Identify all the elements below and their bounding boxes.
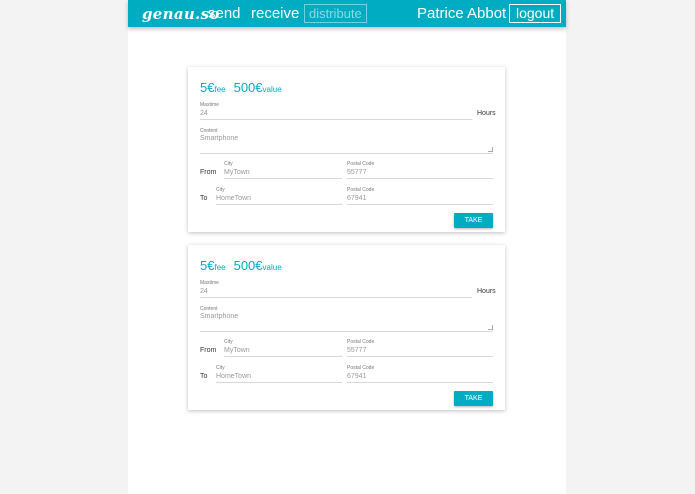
delivery-card: 5€fee 500€value Maxtime 24 Hours Content …	[188, 245, 505, 410]
content-label: Content	[200, 306, 218, 312]
from-postal-input[interactable]: 55777	[347, 169, 366, 176]
value-amount: 500€	[233, 80, 263, 95]
to-postal-label: Postal Code	[347, 187, 375, 193]
delivery-card: 5€fee 500€value Maxtime 24 Hours Content …	[188, 67, 505, 232]
resize-handle-icon[interactable]	[488, 325, 493, 330]
resize-handle-icon[interactable]	[488, 147, 493, 152]
take-button[interactable]: TAKE	[454, 391, 493, 406]
nav-send-link[interactable]: send	[208, 5, 241, 22]
value-amount: 500€	[233, 258, 263, 273]
value-label: value	[262, 85, 282, 94]
from-label: From	[200, 169, 217, 176]
fee-amount: 5€	[200, 80, 215, 95]
value-label: value	[262, 263, 282, 272]
from-city-underline	[224, 178, 342, 179]
content-textarea[interactable]: Smartphone	[200, 313, 238, 320]
from-postal-input[interactable]: 55777	[347, 347, 366, 354]
to-postal-label: Postal Code	[347, 365, 375, 371]
to-label: To	[200, 195, 208, 202]
to-postal-underline	[347, 204, 493, 205]
content-textarea[interactable]: Smartphone	[200, 135, 238, 142]
from-city-underline	[224, 356, 342, 357]
fee-amount: 5€	[200, 258, 215, 273]
to-postal-input[interactable]: 67941	[347, 195, 366, 202]
to-postal-underline	[347, 382, 493, 383]
to-city-input[interactable]: HomeTown	[216, 373, 251, 380]
hours-label: Hours	[477, 288, 496, 295]
to-city-label: City	[216, 187, 225, 193]
to-label: To	[200, 373, 208, 380]
maxtime-input[interactable]: 24	[200, 288, 208, 295]
user-name: Patrice Abbot	[417, 5, 507, 22]
from-city-input[interactable]: MyTown	[224, 169, 250, 176]
navbar: genau.so send receive distribute Patrice…	[128, 0, 566, 27]
to-postal-input[interactable]: 67941	[347, 373, 366, 380]
from-postal-underline	[347, 356, 493, 357]
fee-label: fee	[214, 263, 226, 272]
maxtime-underline	[200, 119, 472, 120]
fee-label: fee	[214, 85, 226, 94]
from-postal-label: Postal Code	[347, 161, 375, 167]
maxtime-label: Maxtime	[200, 280, 219, 286]
content-label: Content	[200, 128, 218, 134]
to-city-underline	[216, 382, 342, 383]
to-city-underline	[216, 204, 342, 205]
take-button[interactable]: TAKE	[454, 213, 493, 228]
hours-label: Hours	[477, 110, 496, 117]
nav-receive-link[interactable]: receive	[251, 5, 299, 22]
from-city-label: City	[224, 339, 233, 345]
from-postal-underline	[347, 178, 493, 179]
logout-button[interactable]: logout	[509, 4, 562, 23]
from-postal-label: Postal Code	[347, 339, 375, 345]
content-underline	[200, 331, 493, 332]
from-label: From	[200, 347, 217, 354]
content-underline	[200, 153, 493, 154]
to-city-input[interactable]: HomeTown	[216, 195, 251, 202]
price-row: 5€fee 500€value	[200, 257, 282, 275]
to-city-label: City	[216, 365, 225, 371]
maxtime-input[interactable]: 24	[200, 110, 208, 117]
maxtime-underline	[200, 297, 472, 298]
from-city-input[interactable]: MyTown	[224, 347, 250, 354]
from-city-label: City	[224, 161, 233, 167]
maxtime-label: Maxtime	[200, 102, 219, 108]
price-row: 5€fee 500€value	[200, 79, 282, 97]
nav-distribute-link[interactable]: distribute	[304, 4, 367, 23]
